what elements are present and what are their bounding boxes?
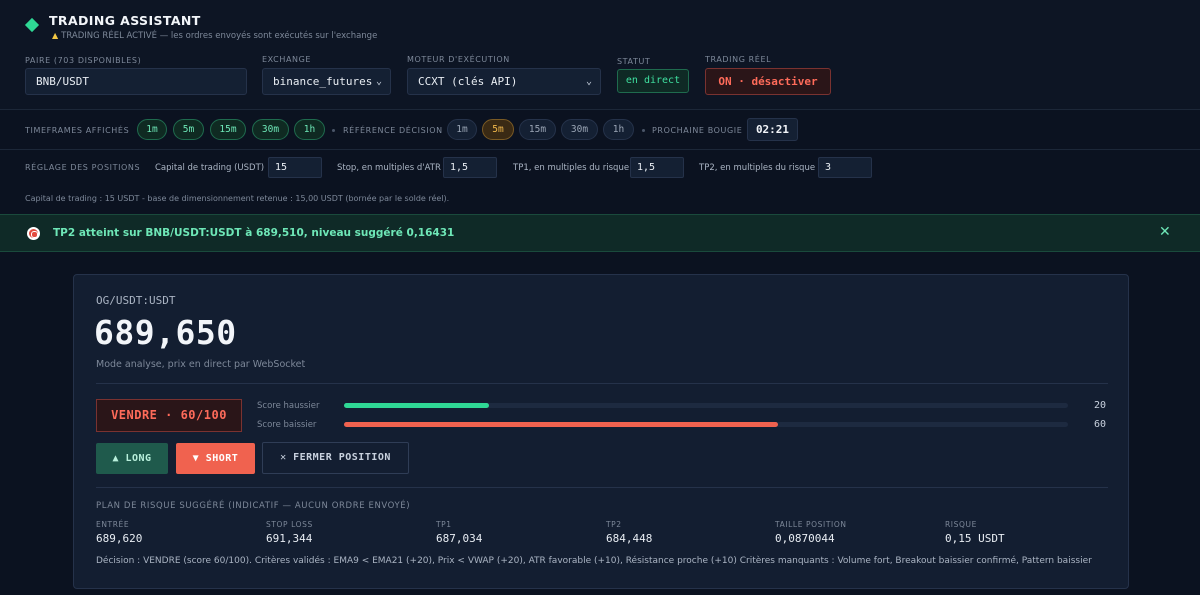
separator-dot bbox=[642, 129, 645, 132]
warning-text: TRADING RÉEL ACTIVÉ — les ordres envoyés… bbox=[61, 31, 378, 41]
signal-badge: VENDRE · 60/100 bbox=[96, 399, 242, 432]
decision-reference-label: RÉFÉRENCE DÉCISION bbox=[343, 126, 443, 135]
app-title: TRADING ASSISTANT bbox=[49, 13, 201, 28]
symbol-label: OG/USDT:USDT bbox=[96, 294, 176, 307]
shown-tf-1h[interactable]: 1h bbox=[294, 119, 325, 140]
decision-tf-30m[interactable]: 30m bbox=[561, 119, 598, 140]
entry-value: 689,620 bbox=[96, 532, 143, 545]
stop-loss-label: STOP LOSS bbox=[266, 520, 313, 529]
target-icon bbox=[27, 227, 40, 240]
chevron-down-icon: ⌄ bbox=[585, 76, 592, 87]
capital-note: Capital de trading : 15 USDT - base de d… bbox=[25, 194, 450, 203]
shown-tf-5m[interactable]: 5m bbox=[173, 119, 204, 140]
exchange-select-value: binance_futures bbox=[273, 75, 373, 88]
shown-tf-30m[interactable]: 30m bbox=[252, 119, 289, 140]
tp1-plan-label: TP1 bbox=[436, 520, 452, 529]
bull-score-track bbox=[344, 403, 1068, 408]
diamond-logo-icon bbox=[24, 17, 40, 33]
position-settings-row: RÉGLAGE DES POSITIONS Capital de trading… bbox=[0, 150, 1200, 214]
warning-icon: ▲ bbox=[52, 31, 59, 40]
tp2-plan-label: TP2 bbox=[606, 520, 622, 529]
tp1-plan-value: 687,034 bbox=[436, 532, 483, 545]
decision-text: Décision : VENDRE (score 60/100). Critèr… bbox=[96, 556, 1092, 566]
alert-text: TP2 atteint sur BNB/USDT:USDT à 689,510,… bbox=[53, 227, 455, 239]
chevron-down-icon: ⌄ bbox=[375, 76, 382, 87]
position-size-value: 0,0870044 bbox=[775, 532, 835, 545]
capital-input[interactable]: 15 bbox=[268, 157, 322, 178]
engine-select[interactable]: CCXT (clés API) ⌄ bbox=[407, 68, 601, 95]
bear-score-label: Score baissier bbox=[257, 420, 317, 430]
risk-value: 0,15 USDT bbox=[945, 532, 1005, 545]
pair-input-value: BNB/USDT bbox=[36, 75, 89, 88]
app-header: TRADING ASSISTANT ▲ TRADING RÉEL ACTIVÉ —… bbox=[0, 0, 1200, 110]
exchange-select[interactable]: binance_futures ⌄ bbox=[262, 68, 391, 95]
mode-text: Mode analyse, prix en direct par WebSock… bbox=[96, 359, 306, 370]
tp2-plan-value: 684,448 bbox=[606, 532, 653, 545]
decision-tf-5m[interactable]: 5m bbox=[482, 119, 514, 140]
next-candle-label: PROCHAINE BOUGIE bbox=[652, 126, 743, 135]
risk-plan-title: PLAN DE RISQUE SUGGÉRÉ (INDICATIF — AUCU… bbox=[96, 501, 411, 511]
close-position-button[interactable]: ✕ FERMER POSITION bbox=[262, 442, 409, 474]
stop-loss-value: 691,344 bbox=[266, 532, 313, 545]
close-icon[interactable]: ✕ bbox=[1159, 224, 1171, 240]
live-trading-warning: ▲ TRADING RÉEL ACTIVÉ — les ordres envoyé… bbox=[52, 31, 377, 41]
status-label: STATUT bbox=[617, 57, 651, 66]
tp2-input[interactable]: 3 bbox=[818, 157, 872, 178]
exchange-label: EXCHANGE bbox=[262, 55, 312, 64]
analysis-card: OG/USDT:USDT 689,650 Mode analyse, prix … bbox=[73, 274, 1129, 589]
position-settings-label: RÉGLAGE DES POSITIONS bbox=[25, 163, 141, 172]
capital-label: Capital de trading (USDT) bbox=[155, 163, 265, 173]
timeframes-shown-label: TIMEFRAMES AFFICHÉS bbox=[25, 126, 130, 135]
tp1-input[interactable]: 1,5 bbox=[630, 157, 684, 178]
decision-tf-1h[interactable]: 1h bbox=[603, 119, 634, 140]
entry-label: ENTRÉE bbox=[96, 520, 130, 529]
separator-dot bbox=[332, 129, 335, 132]
shown-tf-1m[interactable]: 1m bbox=[137, 119, 167, 140]
decision-tf-15m[interactable]: 15m bbox=[519, 119, 556, 140]
bear-score-track bbox=[344, 422, 1068, 427]
pair-input[interactable]: BNB/USDT bbox=[25, 68, 247, 95]
divider bbox=[96, 383, 1108, 384]
stop-atr-input[interactable]: 1,5 bbox=[443, 157, 497, 178]
tp2-label: TP2, en multiples du risque bbox=[699, 163, 816, 173]
engine-select-value: CCXT (clés API) bbox=[418, 75, 518, 88]
position-size-label: TAILLE POSITION bbox=[775, 520, 847, 529]
current-price: 689,650 bbox=[94, 313, 237, 352]
divider bbox=[96, 487, 1108, 488]
bear-score-fill bbox=[344, 422, 779, 427]
timeframes-row: TIMEFRAMES AFFICHÉS 1m 5m 15m 30m 1h RÉF… bbox=[0, 110, 1200, 150]
status-badge: en direct bbox=[617, 69, 689, 93]
pair-label: PAIRE (703 DISPONIBLES) bbox=[25, 56, 142, 65]
real-trading-toggle-button[interactable]: ON · désactiver bbox=[705, 68, 831, 95]
tp1-label: TP1, en multiples du risque bbox=[513, 163, 630, 173]
long-button[interactable]: ▲ LONG bbox=[96, 443, 168, 474]
real-trading-label: TRADING RÉEL bbox=[705, 55, 772, 64]
engine-label: MOTEUR D'EXÉCUTION bbox=[407, 55, 510, 64]
shown-tf-15m[interactable]: 15m bbox=[210, 119, 246, 140]
bull-score-value: 20 bbox=[1094, 400, 1107, 411]
bull-score-label: Score haussier bbox=[257, 401, 320, 411]
bull-score-fill bbox=[344, 403, 489, 408]
stop-atr-label: Stop, en multiples d'ATR bbox=[337, 163, 441, 173]
bear-score-value: 60 bbox=[1094, 419, 1107, 430]
decision-tf-1m[interactable]: 1m bbox=[447, 119, 477, 140]
tp2-alert-banner: TP2 atteint sur BNB/USDT:USDT à 689,510,… bbox=[0, 214, 1200, 252]
next-candle-countdown: 02:21 bbox=[747, 118, 798, 141]
risk-label: RISQUE bbox=[945, 520, 977, 529]
short-button[interactable]: ▼ SHORT bbox=[176, 443, 255, 474]
